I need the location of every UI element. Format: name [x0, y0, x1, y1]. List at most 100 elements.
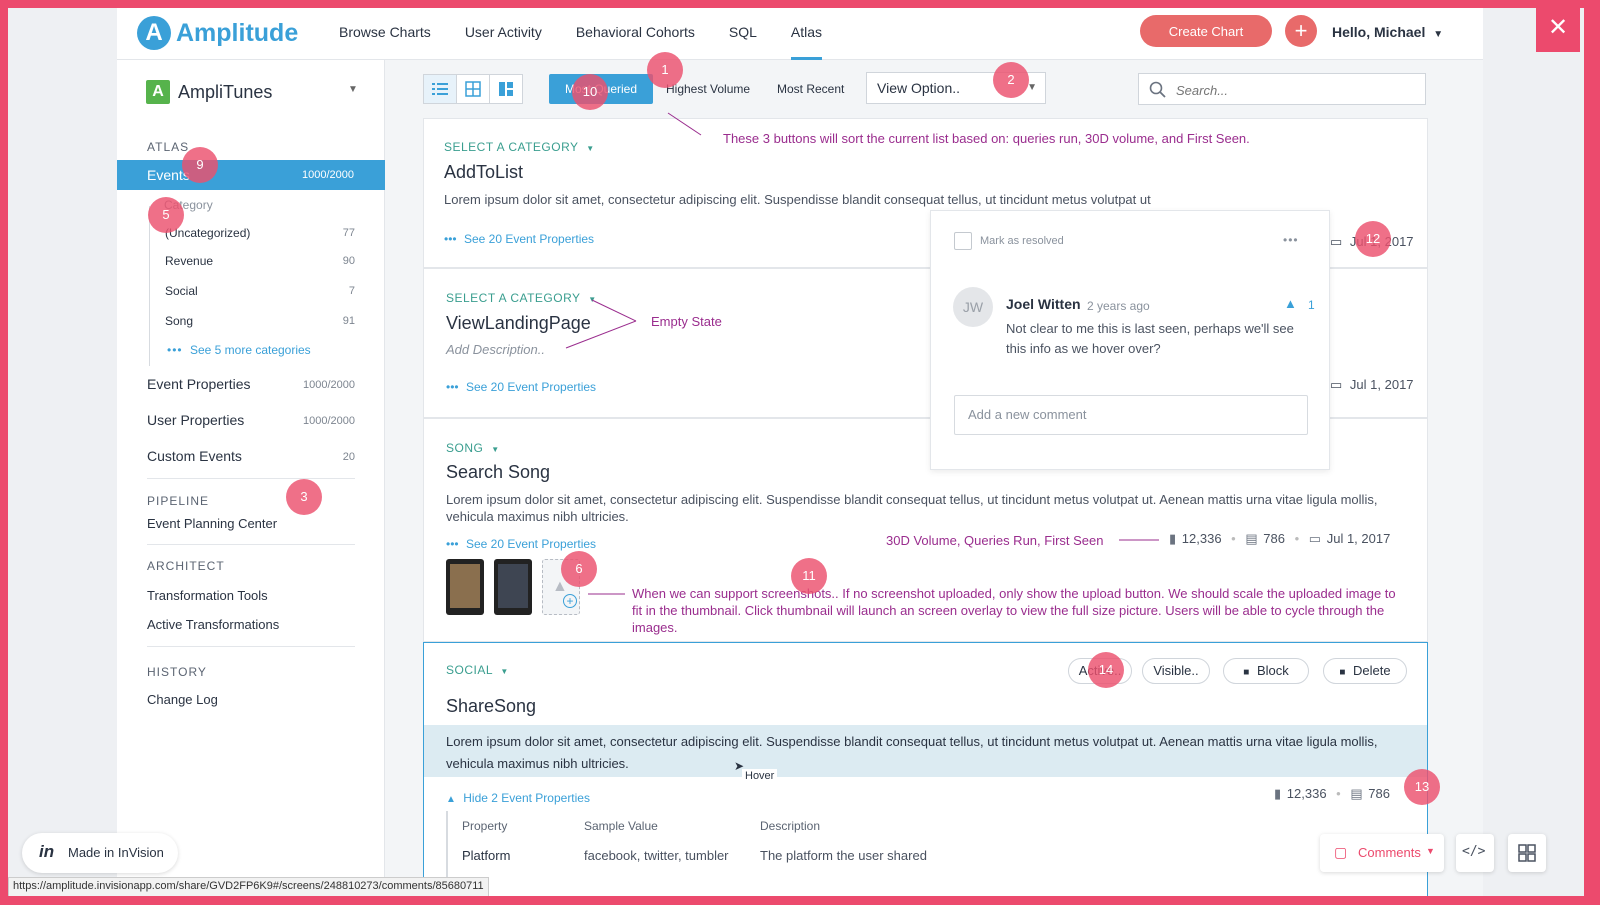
sidebar-item-custom-events[interactable]: Custom Events 20: [147, 448, 355, 464]
sidebar-item-event-planning[interactable]: Event Planning Center: [147, 516, 355, 531]
create-chart-button[interactable]: Create Chart: [1140, 15, 1272, 47]
visible-status-button[interactable]: Visible..: [1142, 658, 1210, 684]
description-hover-row[interactable]: Lorem ipsum dolor sit amet, consectetur …: [424, 725, 1427, 777]
nav-browse-charts[interactable]: Browse Charts: [339, 8, 431, 60]
section-head-history: HISTORY: [147, 665, 207, 679]
ellipsis-icon: •••: [446, 537, 459, 551]
search-input[interactable]: [1176, 80, 1406, 100]
grid-view-button[interactable]: [456, 74, 490, 104]
event-name[interactable]: Search Song: [446, 462, 550, 483]
thumbs-up-icon[interactable]: ▲: [1284, 296, 1297, 311]
category-count: 7: [348, 285, 355, 297]
sort-most-recent-button[interactable]: Most Recent: [777, 74, 844, 104]
board-view-button[interactable]: [489, 74, 523, 104]
delete-label: Delete: [1353, 663, 1391, 678]
category-tree-line: [149, 206, 150, 366]
screenshot-thumbnail[interactable]: [446, 559, 484, 615]
event-properties-link[interactable]: ••• See 20 Event Properties: [446, 537, 596, 551]
screenshot-thumbnail[interactable]: [494, 559, 532, 615]
delete-button[interactable]: ■ Delete: [1323, 658, 1407, 684]
comment-pin-10[interactable]: 10: [572, 74, 608, 110]
screens-grid-button[interactable]: [1508, 834, 1546, 872]
sidebar-item-change-log[interactable]: Change Log: [147, 692, 355, 707]
comment-author: Joel Witten: [1006, 296, 1081, 312]
sidebar-category-uncategorized[interactable]: (Uncategorized) 77: [165, 226, 355, 240]
sidebar-category-song[interactable]: Song 91: [165, 314, 355, 328]
nav-sql[interactable]: SQL: [729, 8, 757, 60]
category-dropdown[interactable]: SOCIAL ▼: [446, 663, 509, 677]
cell-property: Platform: [462, 848, 511, 863]
comment-pin-12[interactable]: 12: [1355, 221, 1391, 257]
annotation-empty-state: Empty State: [651, 314, 722, 329]
props-label: See 20 Event Properties: [463, 232, 595, 246]
comment-pin-3[interactable]: 3: [286, 479, 322, 515]
calendar-icon: ▭: [1330, 234, 1343, 249]
sidebar-category-social[interactable]: Social 7: [165, 284, 355, 298]
event-properties-link[interactable]: ▲ Hide 2 Event Properties: [446, 791, 590, 805]
comments-toggle-button[interactable]: ▢ Comments ▼: [1320, 834, 1444, 872]
category-dropdown[interactable]: SONG ▼: [446, 441, 500, 455]
see-more-categories-link[interactable]: ••• See 5 more categories: [167, 343, 311, 357]
nav-behavioral-cohorts[interactable]: Behavioral Cohorts: [576, 8, 695, 60]
props-label: See 20 Event Properties: [465, 380, 597, 394]
comment-pin-1[interactable]: 1: [647, 52, 683, 88]
comment-pin-13[interactable]: 13: [1404, 769, 1440, 805]
event-name[interactable]: AddToList: [444, 162, 523, 183]
status-url-bar: https://amplitude.invisionapp.com/share/…: [8, 877, 489, 896]
block-button[interactable]: ■ Block: [1223, 658, 1309, 684]
event-properties-link[interactable]: ••• See 20 Event Properties: [444, 232, 594, 246]
event-name[interactable]: ShareSong: [446, 696, 536, 717]
like-count: 1: [1308, 298, 1315, 312]
add-button[interactable]: +: [1285, 15, 1317, 47]
category-dropdown[interactable]: SELECT A CATEGORY ▼: [444, 140, 595, 154]
event-description[interactable]: Lorem ipsum dolor sit amet, consectetur …: [446, 491, 1406, 525]
comment-panel: Mark as resolved ••• JW Joel Witten 2 ye…: [930, 210, 1330, 470]
new-comment-input[interactable]: Add a new comment: [954, 395, 1308, 435]
ellipsis-icon: •••: [444, 232, 457, 246]
event-properties-link[interactable]: ••• See 20 Event Properties: [446, 380, 596, 394]
add-description-field[interactable]: Add Description..: [446, 341, 545, 358]
sidebar-category-revenue[interactable]: Revenue 90: [165, 254, 355, 268]
nav-atlas[interactable]: Atlas: [790, 8, 823, 60]
category-dropdown[interactable]: SELECT A CATEGORY ▼: [446, 291, 597, 305]
block-label: Block: [1256, 663, 1289, 678]
close-icon[interactable]: ✕: [1536, 8, 1580, 52]
nav-user-activity[interactable]: User Activity: [465, 8, 542, 60]
comment-pin-6[interactable]: 6: [561, 551, 597, 587]
comment-pin-5[interactable]: 5: [148, 197, 184, 233]
category-count: 77: [342, 227, 355, 239]
annotation-screenshot-note: When we can support screenshots.. If no …: [632, 586, 1396, 635]
sidebar-item-transformation-tools[interactable]: Transformation Tools: [147, 588, 355, 603]
comment-pin-9[interactable]: 9: [182, 147, 218, 183]
search-icon: [1149, 81, 1166, 98]
queries-value: 786: [1368, 786, 1390, 801]
event-name[interactable]: ViewLandingPage: [446, 313, 591, 334]
comment-pin-14[interactable]: 14: [1088, 652, 1124, 688]
sidebar-item-label: Event Properties: [147, 376, 251, 392]
first-seen-date: Jul 1, 2017: [1326, 531, 1391, 546]
sidebar-item-count: 20: [342, 451, 355, 463]
more-options-icon[interactable]: •••: [1283, 233, 1299, 247]
project-selector[interactable]: A AmpliTunes ▼: [146, 80, 358, 104]
prototype-frame: A Amplitude Browse Charts User Activity …: [8, 8, 1584, 896]
chevron-down-icon: ▼: [586, 144, 595, 153]
list-icon: [432, 83, 448, 95]
event-description[interactable]: Lorem ipsum dolor sit amet, consectetur …: [444, 191, 1344, 208]
sidebar-item-event-properties[interactable]: Event Properties 1000/2000: [147, 376, 355, 392]
logo-text: Amplitude: [176, 18, 299, 47]
queries-value: 786: [1263, 531, 1285, 546]
amplitude-logo[interactable]: A Amplitude: [137, 14, 298, 52]
code-view-button[interactable]: </>: [1456, 834, 1494, 872]
sidebar-item-active-transformations[interactable]: Active Transformations: [147, 617, 355, 632]
sidebar-item-user-properties[interactable]: User Properties 1000/2000: [147, 412, 355, 428]
mark-resolved-label: Mark as resolved: [980, 235, 1064, 247]
made-in-invision-badge[interactable]: in Made in InVision: [22, 833, 178, 873]
thumbnail-image: [498, 564, 528, 608]
sidebar-item-events[interactable]: Events 1000/2000: [117, 160, 385, 190]
list-view-button[interactable]: [423, 74, 457, 104]
first-seen-date: Jul 1, 2017: [1349, 377, 1414, 392]
user-menu[interactable]: Hello, Michael ▼: [1332, 24, 1443, 40]
comment-pin-11[interactable]: 11: [791, 558, 827, 594]
comment-pin-2[interactable]: 2: [993, 62, 1029, 98]
mark-resolved-checkbox[interactable]: [954, 232, 972, 250]
